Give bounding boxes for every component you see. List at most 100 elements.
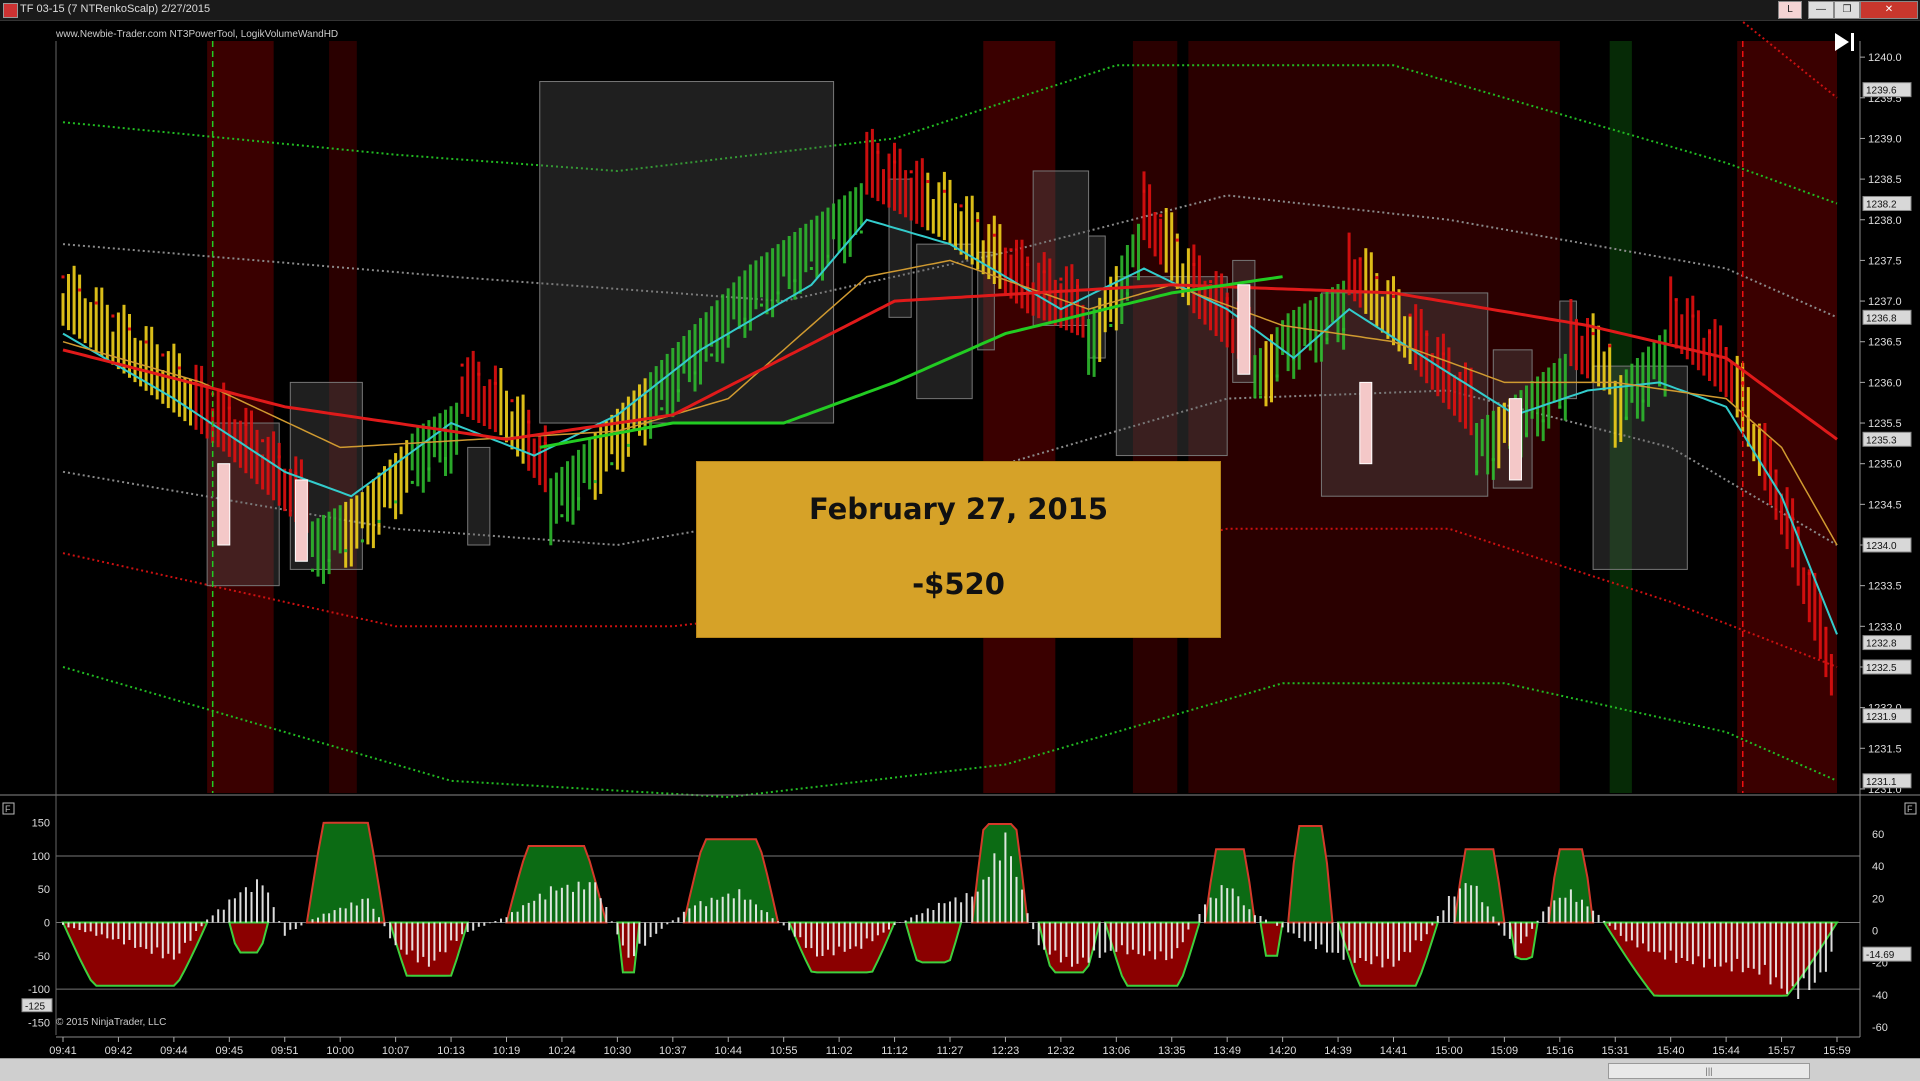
price-panel[interactable] [62,21,1838,797]
osc-histogram-bar [727,894,729,923]
price-bar [1425,330,1428,383]
osc-histogram-bar [605,907,607,923]
osc-histogram-bar [1548,907,1550,923]
osc-histogram-bar [1459,888,1461,922]
trail-dot [1808,572,1811,575]
osc-area [1039,923,1100,973]
price-bar [1348,233,1351,296]
maximize-button[interactable]: ❐ [1834,1,1860,19]
osc-histogram-bar [733,898,735,922]
osc-histogram-bar [1337,923,1339,953]
price-bar [538,435,541,485]
osc-histogram-bar [1160,923,1162,952]
price-bar [1431,353,1434,390]
osc-histogram-bar [766,912,768,922]
osc-left-tick-label: 100 [32,851,50,863]
osc-histogram-bar [1653,923,1655,952]
price-bar [267,437,270,495]
price-bar [1115,266,1118,330]
panel-f-icon[interactable]: F [3,803,14,814]
osc-histogram-bar [167,923,169,954]
trade-marker[interactable] [295,480,307,561]
osc-histogram-bar [1021,890,1023,923]
price-bar [932,199,935,234]
app-icon [3,3,18,18]
osc-histogram-bar [633,923,635,957]
minimize-button[interactable]: — [1808,1,1834,19]
osc-histogram-bar [256,879,258,922]
price-bar [178,353,181,417]
price-bar [378,473,381,535]
price-bar [488,379,491,429]
lock-button[interactable]: L [1778,1,1802,19]
price-bar [949,180,952,245]
time-tick-label: 13:35 [1158,1045,1186,1057]
price-bar [1592,313,1595,382]
osc-histogram-bar [988,877,990,923]
osc-histogram-bar [666,923,668,925]
osc-histogram-bar [871,923,873,942]
osc-histogram-bar [1054,923,1056,951]
osc-histogram-bar [112,923,114,940]
scroll-thumb[interactable]: ||| [1608,1063,1810,1079]
price-bar [1808,569,1811,622]
scroll-end-icon[interactable] [1835,33,1854,51]
osc-histogram-bar [539,894,541,923]
osc-histogram-bar [1376,923,1378,957]
osc-histogram-bar [1476,886,1478,923]
price-bar [1664,330,1667,397]
osc-histogram-bar [1587,906,1589,922]
panel-f-icon-right[interactable]: F [1905,803,1916,814]
osc-last-tag-label: -125 [25,1002,45,1013]
trade-marker[interactable] [1509,399,1521,480]
price-bar [344,502,347,568]
price-bar [200,366,203,434]
osc-histogram-bar [1348,923,1350,951]
trail-dot [1542,419,1545,422]
osc-histogram-bar [561,888,563,923]
price-bar [705,312,708,362]
price-bar [688,330,691,382]
osc-histogram-bar [234,898,236,922]
time-tick-label: 15:31 [1601,1045,1629,1057]
price-bar [283,469,286,511]
trail-dot [1592,332,1595,335]
trade-marker[interactable] [1238,285,1250,374]
trail-dot [960,204,963,207]
osc-histogram-bar [722,897,724,923]
osc-histogram-bar [1697,923,1699,957]
time-tick-label: 10:13 [437,1045,465,1057]
trail-dot [294,472,297,475]
horizontal-scrollbar[interactable]: ||| [0,1058,1920,1081]
price-bar [788,236,791,289]
oscillator-panel[interactable] [56,823,1860,999]
osc-histogram-bar [528,903,530,923]
trade-marker[interactable] [218,464,230,545]
trail-dot [1691,315,1694,318]
price-bar [156,344,159,399]
price-bar [1120,256,1123,325]
trail-dot [1675,298,1678,301]
trade-summary-box: February 27, 2015 -$520 [696,461,1221,638]
trail-dot [993,234,996,237]
price-bar [838,199,841,253]
svg-text:F: F [1907,804,1913,814]
osc-histogram-bar [1204,904,1206,922]
price-bar [1464,363,1467,429]
osc-histogram-bar [1276,923,1278,926]
consolidation-box [1560,301,1577,399]
trade-marker[interactable] [1360,382,1372,463]
trail-dot [1143,190,1146,193]
price-bar [572,456,575,525]
price-bar [1702,338,1705,376]
osc-histogram-bar [278,921,280,922]
close-button[interactable]: ✕ [1860,1,1918,19]
osc-histogram-bar [1171,923,1173,959]
osc-left-tick-label: 150 [32,818,50,830]
osc-histogram-bar [1609,923,1611,926]
time-tick-label: 11:02 [826,1045,853,1057]
time-tick-label: 15:40 [1657,1045,1685,1057]
price-bar [400,447,403,515]
osc-histogram-bar [738,889,740,922]
osc-histogram-bar [1381,923,1383,968]
